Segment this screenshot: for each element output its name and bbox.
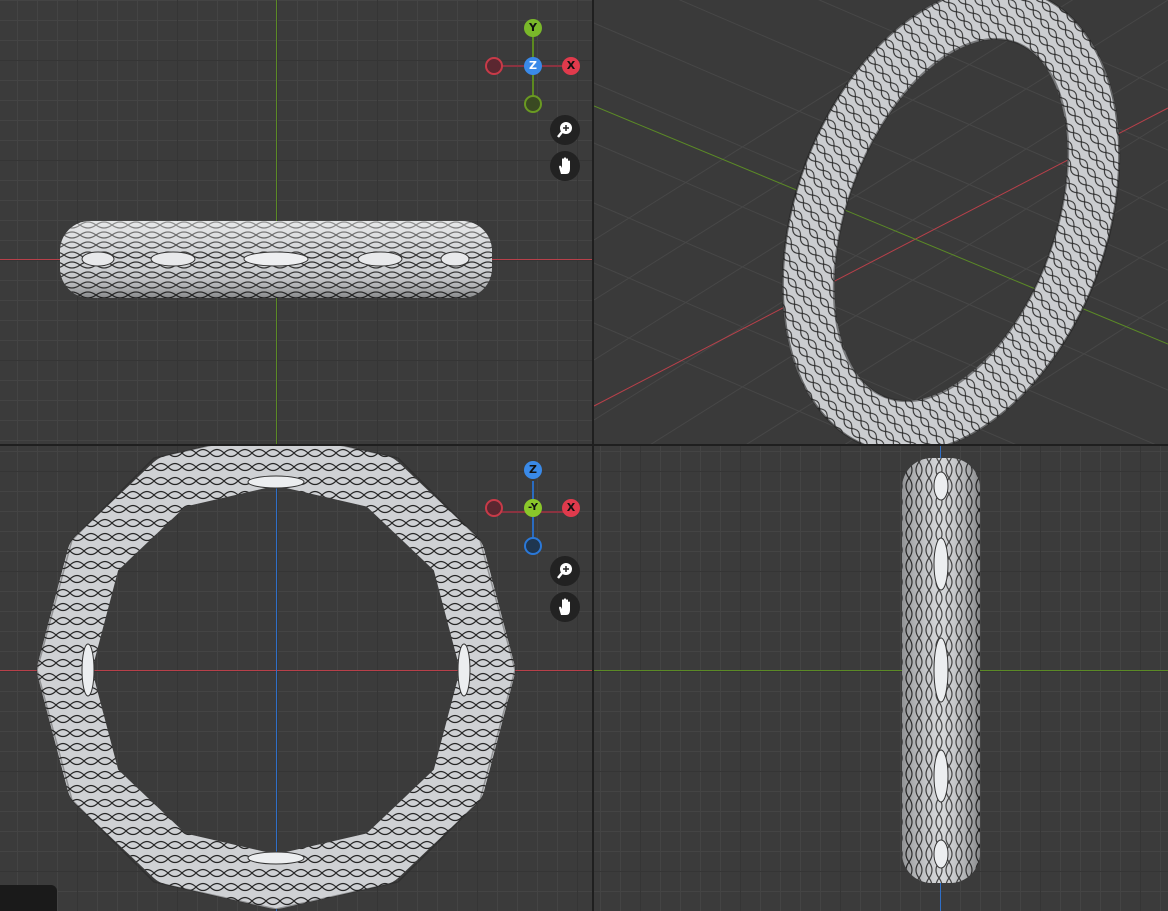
- gizmo-x-ball[interactable]: X: [562, 57, 580, 75]
- pan-button[interactable]: [550, 151, 580, 181]
- gizmo-z-ball[interactable]: Z: [524, 461, 542, 479]
- gizmo-neg-z-ball[interactable]: [524, 537, 542, 555]
- viewport-perspective[interactable]: [594, 0, 1168, 444]
- axis-gizmo-front[interactable]: Z -Y X: [481, 461, 591, 561]
- viewport-divider-horizontal[interactable]: [0, 444, 1168, 446]
- gizmo-neg-x-ball[interactable]: [485, 499, 503, 517]
- ring-perspective-view: [781, 0, 1121, 444]
- gizmo-neg-x-ball[interactable]: [485, 57, 503, 75]
- zoom-button[interactable]: [550, 115, 580, 145]
- viewport-top[interactable]: Y Z X: [0, 0, 592, 444]
- zoom-in-icon: [555, 561, 575, 581]
- pan-button[interactable]: [550, 592, 580, 622]
- viewport-front[interactable]: Z -Y X: [0, 446, 592, 911]
- ring-side-view: [902, 458, 980, 883]
- zoom-button[interactable]: [550, 556, 580, 586]
- corner-panel-tab[interactable]: [0, 885, 57, 911]
- gizmo-x-ball[interactable]: X: [562, 499, 580, 517]
- viewport-side[interactable]: [594, 446, 1168, 911]
- gizmo-y-ball[interactable]: Y: [524, 19, 542, 37]
- gizmo-neg-y-ball[interactable]: [524, 95, 542, 113]
- zoom-in-icon: [555, 120, 575, 140]
- gizmo-z-ball[interactable]: Z: [524, 57, 542, 75]
- gizmo-neg-y-ball[interactable]: -Y: [524, 499, 542, 517]
- viewport-divider-vertical[interactable]: [592, 0, 594, 911]
- hand-pan-icon: [555, 156, 575, 176]
- axis-gizmo-top[interactable]: Y Z X: [481, 15, 591, 115]
- hand-pan-icon: [555, 597, 575, 617]
